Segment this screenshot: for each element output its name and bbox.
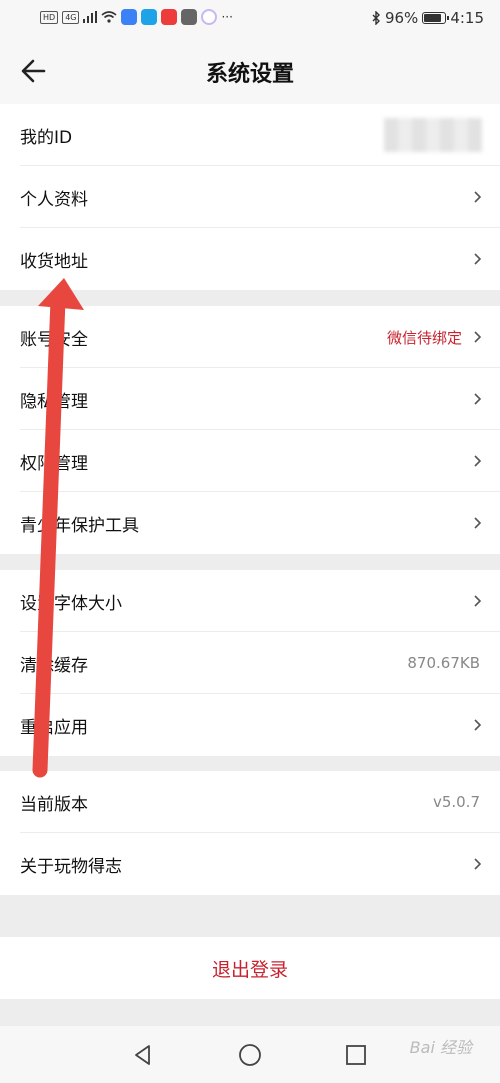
chevron-right-icon [474,331,482,343]
chevron-right-icon [474,393,482,405]
account-security-row[interactable]: 账号安全 微信待绑定 [0,306,500,368]
settings-group-app: 设置字体大小 清除缓存 870.67KB 重启应用 [0,570,500,756]
current-version-row: 当前版本 v5.0.7 [0,771,500,833]
nav-home-icon[interactable] [238,1043,262,1067]
battery-icon [422,12,450,24]
settings-group-profile: 我的ID 个人资料 收货地址 [0,104,500,290]
font-size-row[interactable]: 设置字体大小 [0,570,500,632]
shipping-address-row[interactable]: 收货地址 [0,228,500,290]
music-app-icon [121,9,138,25]
wifi-icon [101,11,118,23]
hd-badge: HD [40,10,59,24]
cache-size: 870.67KB [407,654,480,672]
circle-app-icon [201,9,218,25]
masked-id-value [384,118,482,152]
row-label: 重启应用 [20,717,88,738]
shield-app-icon [181,9,198,25]
my-id-row: 我的ID [0,104,500,166]
row-label: 我的ID [20,127,73,148]
settings-group-account: 账号安全 微信待绑定 隐私管理 权限管理 青少年保护工具 [0,306,500,554]
chevron-right-icon [474,858,482,870]
permission-management-row[interactable]: 权限管理 [0,430,500,492]
page-title: 系统设置 [205,62,294,87]
row-label: 青少年保护工具 [20,515,139,536]
row-label: 设置字体大小 [20,593,122,614]
logout-label: 退出登录 [211,958,288,981]
row-label: 隐私管理 [20,391,88,412]
network-type-badge: 4G [62,10,80,24]
clear-cache-row[interactable]: 清除缓存 870.67KB [0,632,500,694]
row-label: 关于玩物得志 [20,856,122,877]
wechat-bind-status: 微信待绑定 [386,328,462,347]
status-right: 96% 4:15 [371,9,484,27]
watermark: Bai 经验 [409,1038,472,1057]
header-bar: 系统设置 [0,38,500,104]
settings-group-about: 当前版本 v5.0.7 关于玩物得志 [0,771,500,895]
profile-row[interactable]: 个人资料 [0,166,500,228]
youth-protection-row[interactable]: 青少年保护工具 [0,492,500,554]
row-label: 权限管理 [20,453,88,474]
chevron-right-icon [474,455,482,467]
search-app-icon [141,9,158,25]
restart-app-row[interactable]: 重启应用 [0,694,500,756]
row-label: 账号安全 [20,329,88,350]
status-bar: HD 4G ··· 96% 4:15 [0,0,500,38]
battery-percent: 96% [384,9,419,27]
row-label: 当前版本 [20,794,88,815]
chevron-right-icon [474,517,482,529]
chevron-right-icon [474,595,482,607]
version-value: v5.0.7 [432,793,480,811]
nav-back-icon[interactable] [131,1043,155,1067]
red-app-icon [161,9,178,25]
row-label: 个人资料 [20,189,88,210]
logout-button[interactable]: 退出登录 [0,937,500,999]
privacy-management-row[interactable]: 隐私管理 [0,368,500,430]
clock: 4:15 [450,9,484,27]
chevron-right-icon [474,191,482,203]
signal-icon [83,11,98,23]
nav-recents-icon[interactable] [344,1043,368,1067]
chevron-right-icon [474,253,482,265]
status-left: HD 4G ··· [40,9,233,25]
about-app-row[interactable]: 关于玩物得志 [0,833,500,895]
chevron-right-icon [474,719,482,731]
more-dots-icon: ··· [221,10,233,24]
row-label: 收货地址 [20,251,88,272]
row-label: 清除缓存 [20,655,88,676]
bluetooth-icon [372,11,380,25]
